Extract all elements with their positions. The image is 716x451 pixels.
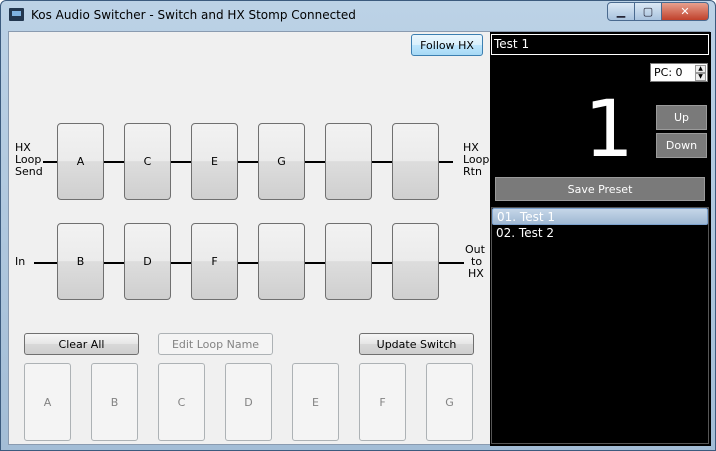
pc-up-arrow-icon[interactable]: ▲ <box>695 65 706 73</box>
edit-loop-d-button[interactable]: D <box>225 363 272 441</box>
pc-down-arrow-icon[interactable]: ▼ <box>695 73 706 81</box>
edit-loop-name-button[interactable]: Edit Loop Name <box>158 333 273 355</box>
edit-loop-e-button[interactable]: E <box>292 363 339 441</box>
loop-a-switch[interactable]: A <box>57 123 104 200</box>
preset-up-button[interactable]: Up <box>656 105 707 130</box>
app-icon <box>9 8 24 21</box>
maximize-button[interactable]: ▢ <box>634 2 662 21</box>
minimize-button[interactable]: ▁ <box>607 2 635 21</box>
client-area: Follow HX HX Loop Send A C E G HX Loop Rtn I… <box>8 31 711 446</box>
preset-number-display: 1 <box>584 85 634 175</box>
edit-loop-b-button[interactable]: B <box>91 363 138 441</box>
preset-list-item[interactable]: 01. Test 1 <box>492 208 708 225</box>
out-to-hx-label: Out to HX <box>465 243 485 280</box>
title-bar[interactable]: Kos Audio Switcher - Switch and HX Stomp… <box>1 1 715 29</box>
loop-g-switch[interactable]: G <box>258 123 305 200</box>
preset-list-item[interactable]: 02. Test 2 <box>492 225 708 242</box>
clear-all-button[interactable]: Clear All <box>24 333 139 355</box>
loop-bottom-4-switch[interactable] <box>258 223 305 300</box>
app-window: Kos Audio Switcher - Switch and HX Stomp… <box>0 0 716 451</box>
edit-loop-f-button[interactable]: F <box>359 363 406 441</box>
loop-f-switch[interactable]: F <box>191 223 238 300</box>
hx-loop-send-label: HX Loop Send <box>15 141 43 178</box>
loop-b-switch[interactable]: B <box>57 223 104 300</box>
preset-list[interactable]: 01. Test 1 02. Test 2 <box>491 207 709 444</box>
loop-c-switch[interactable]: C <box>124 123 171 200</box>
loop-d-switch[interactable]: D <box>124 223 171 300</box>
preset-name-field[interactable]: Test 1 <box>491 34 709 55</box>
loop-e-switch[interactable]: E <box>191 123 238 200</box>
pc-value: PC: 0 <box>654 66 683 79</box>
loop-bottom-5-switch[interactable] <box>325 223 372 300</box>
loop-top-6-switch[interactable] <box>392 123 439 200</box>
follow-hx-button[interactable]: Follow HX <box>411 34 483 56</box>
loop-bottom-6-switch[interactable] <box>392 223 439 300</box>
pc-spinner[interactable]: PC: 0 ▲ ▼ <box>650 63 708 82</box>
save-preset-button[interactable]: Save Preset <box>495 177 705 201</box>
close-button[interactable]: ✕ <box>661 2 709 21</box>
edit-loop-g-button[interactable]: G <box>426 363 473 441</box>
hx-loop-rtn-label: HX Loop Rtn <box>463 141 490 178</box>
loop-top-5-switch[interactable] <box>325 123 372 200</box>
window-title: Kos Audio Switcher - Switch and HX Stomp… <box>31 8 356 22</box>
preset-down-button[interactable]: Down <box>656 133 707 158</box>
update-switch-button[interactable]: Update Switch <box>359 333 474 355</box>
in-label: In <box>15 255 26 268</box>
edit-loop-c-button[interactable]: C <box>158 363 205 441</box>
edit-loop-a-button[interactable]: A <box>24 363 71 441</box>
